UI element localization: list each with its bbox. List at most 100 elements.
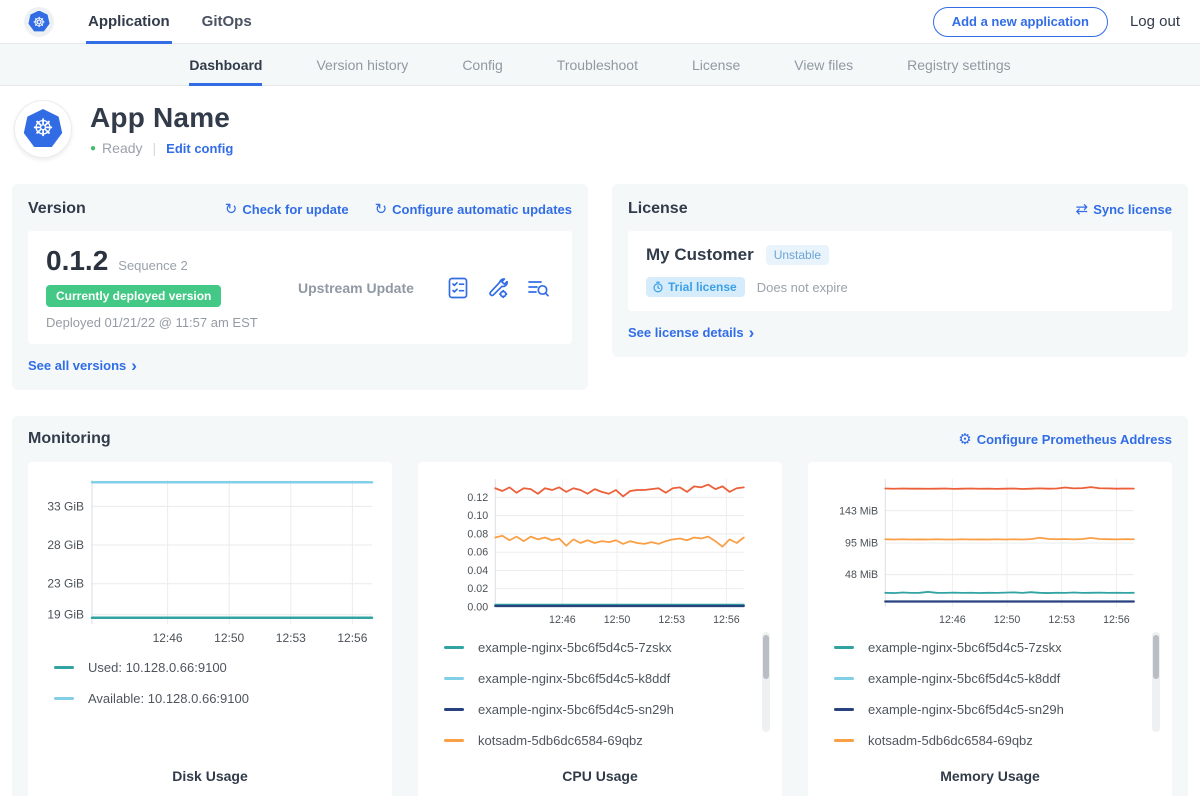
svg-text:48 MiB: 48 MiB [845, 569, 878, 581]
tab-view-files[interactable]: View files [794, 44, 853, 86]
legend-swatch [444, 646, 464, 649]
svg-text:0.08: 0.08 [467, 528, 488, 540]
tab-dashboard[interactable]: Dashboard [189, 44, 262, 86]
svg-text:0.06: 0.06 [467, 547, 488, 559]
svg-text:12:53: 12:53 [276, 631, 306, 645]
license-card-title: License [628, 200, 688, 218]
chart-title: Disk Usage [38, 764, 382, 790]
tab-config[interactable]: Config [462, 44, 502, 86]
svg-text:95 MiB: 95 MiB [845, 538, 878, 550]
cards-row: Version ↻Check for update ↻Configure aut… [0, 174, 1200, 390]
topnav-item-application[interactable]: Application [86, 0, 172, 44]
page-title: App Name [90, 102, 233, 134]
channel-badge: Unstable [766, 245, 829, 265]
tab-bar: Dashboard Version history Config Troublesho… [189, 44, 1010, 86]
logout-button[interactable]: Log out [1130, 13, 1180, 30]
kubernetes-logo: ☸ [24, 7, 54, 37]
legend-scrollbar[interactable] [762, 632, 770, 732]
svg-text:12:46: 12:46 [939, 614, 966, 626]
legend-item: Available: 10.128.0.66:9100 [54, 691, 364, 706]
legend-swatch [444, 739, 464, 742]
chart-legend: example-nginx-5bc6f5d4c5-7zskx example-ng… [428, 630, 772, 764]
legend-label: example-nginx-5bc6f5d4c5-7zskx [868, 640, 1062, 655]
line-chart: 48 MiB95 MiB143 MiB12:4612:5012:5312:56 [818, 472, 1162, 630]
logs-search-icon[interactable] [526, 276, 550, 300]
line-chart: 19 GiB23 GiB28 GiB33 GiB12:4612:5012:531… [38, 472, 382, 650]
legend-item: example-nginx-5bc6f5d4c5-7zskx [444, 640, 754, 655]
svg-text:0.00: 0.00 [467, 601, 488, 613]
configure-prometheus-link[interactable]: ⚙Configure Prometheus Address [958, 430, 1172, 448]
chart-title: CPU Usage [428, 764, 772, 790]
helm-wheel-icon: ☸ [32, 117, 54, 141]
status-text: Ready [102, 140, 142, 156]
legend-swatch [834, 739, 854, 742]
trial-license-badge: Trial license [646, 277, 745, 297]
scrollbar-thumb[interactable] [1153, 635, 1159, 679]
chart-card: 48 MiB95 MiB143 MiB12:4612:5012:5312:56 … [808, 462, 1172, 796]
monitoring-title: Monitoring [28, 430, 111, 448]
customer-name: My Customer [646, 245, 754, 265]
license-expiry: Does not expire [757, 280, 848, 295]
chevron-right-icon: › [131, 357, 137, 374]
legend-label: example-nginx-5bc6f5d4c5-k8ddf [868, 671, 1060, 686]
legend-label: example-nginx-5bc6f5d4c5-7zskx [478, 640, 672, 655]
legend-item: example-nginx-5bc6f5d4c5-k8ddf [444, 671, 754, 686]
config-wrench-icon[interactable] [486, 276, 510, 300]
svg-text:12:46: 12:46 [153, 631, 183, 645]
chevron-right-icon: › [749, 324, 755, 341]
topnav-item-gitops[interactable]: GitOps [200, 0, 254, 44]
chart-card: 19 GiB23 GiB28 GiB33 GiB12:4612:5012:531… [28, 462, 392, 796]
scrollbar-thumb[interactable] [763, 635, 769, 679]
svg-text:0.12: 0.12 [467, 492, 488, 504]
legend-swatch [54, 697, 74, 700]
chart-legend: example-nginx-5bc6f5d4c5-7zskx example-ng… [818, 630, 1162, 764]
svg-text:0.04: 0.04 [467, 565, 488, 577]
legend-item: kotsadm-5db6dc6584-69qbz [834, 733, 1144, 748]
configure-automatic-updates-link[interactable]: ↻Configure automatic updates [375, 200, 572, 218]
helm-wheel-icon: ☸ [33, 15, 46, 29]
version-number: 0.1.2 [46, 245, 108, 277]
sync-icon: ⇄ [1076, 201, 1089, 218]
legend-label: kotsadm-5db6dc6584-69qbz [478, 733, 643, 748]
refresh-icon: ↻ [225, 201, 238, 218]
svg-text:12:50: 12:50 [994, 614, 1021, 626]
legend-scrollbar[interactable] [1152, 632, 1160, 732]
legend-item: kotsadm-5db6dc6584-69qbz [444, 733, 754, 748]
svg-text:12:53: 12:53 [658, 614, 685, 626]
top-nav: ☸ Application GitOps Add a new applicatio… [0, 0, 1200, 44]
legend-swatch [834, 708, 854, 711]
preflight-checklist-icon[interactable] [446, 276, 470, 300]
svg-text:0.10: 0.10 [467, 510, 488, 522]
license-card: License ⇄Sync license My Customer Unstab… [612, 184, 1188, 357]
tab-version-history[interactable]: Version history [316, 44, 408, 86]
tab-troubleshoot[interactable]: Troubleshoot [557, 44, 638, 86]
see-all-versions-link[interactable]: See all versions › [28, 357, 572, 374]
version-card-title: Version [28, 200, 86, 218]
gear-icon: ⚙ [958, 431, 971, 448]
see-license-details-link[interactable]: See license details › [628, 324, 1172, 341]
tab-license[interactable]: License [692, 44, 740, 86]
legend-item: example-nginx-5bc6f5d4c5-7zskx [834, 640, 1144, 655]
svg-text:143 MiB: 143 MiB [839, 505, 878, 517]
svg-text:12:53: 12:53 [1048, 614, 1075, 626]
tab-registry-settings[interactable]: Registry settings [907, 44, 1010, 86]
svg-text:19 GiB: 19 GiB [47, 608, 84, 622]
deployed-timestamp: Deployed 01/21/22 @ 11:57 am EST [46, 315, 276, 330]
chart-title: Memory Usage [818, 764, 1162, 790]
svg-text:0.02: 0.02 [467, 583, 488, 595]
current-version-card: 0.1.2 Sequence 2 Currently deployed vers… [28, 231, 572, 344]
check-for-update-link[interactable]: ↻Check for update [225, 200, 349, 218]
legend-swatch [444, 677, 464, 680]
svg-text:28 GiB: 28 GiB [47, 538, 84, 552]
svg-text:12:50: 12:50 [604, 614, 631, 626]
license-detail-card: My Customer Unstable Trial license Does … [628, 231, 1172, 311]
sync-license-link[interactable]: ⇄Sync license [1076, 200, 1172, 218]
line-chart: 0.000.020.040.060.080.100.1212:4612:5012… [428, 472, 772, 630]
legend-swatch [834, 646, 854, 649]
legend-label: example-nginx-5bc6f5d4c5-k8ddf [478, 671, 670, 686]
edit-config-link[interactable]: Edit config [166, 141, 233, 156]
legend-label: example-nginx-5bc6f5d4c5-sn29h [478, 702, 674, 717]
legend-swatch [834, 677, 854, 680]
add-application-button[interactable]: Add a new application [933, 7, 1108, 37]
app-header: ☸ App Name ● Ready | Edit config [0, 86, 1200, 174]
